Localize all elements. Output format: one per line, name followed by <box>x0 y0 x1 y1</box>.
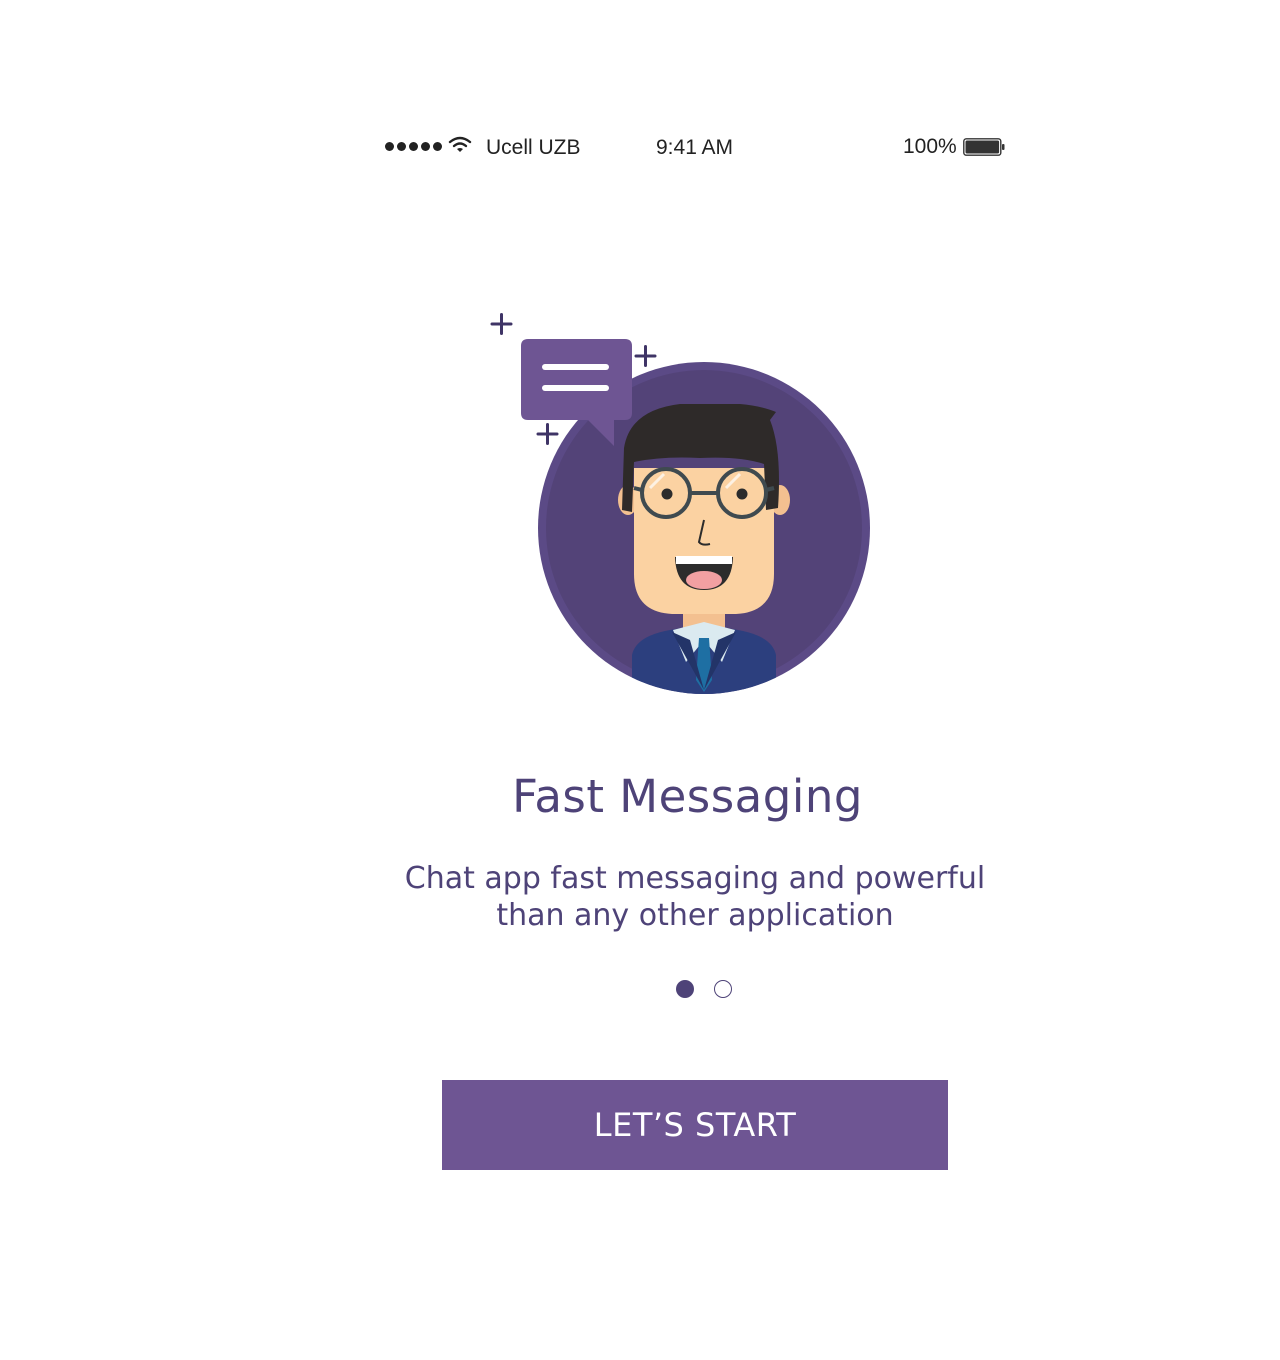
signal-dot <box>433 142 442 151</box>
wifi-icon <box>448 136 472 152</box>
battery-percent: 100% <box>903 135 957 158</box>
status-bar: Ucell UZB 9:41 AM 100% <box>0 132 1280 166</box>
page-title: Fast Messaging <box>512 770 863 823</box>
page-subtitle: Chat app fast messaging and powerful tha… <box>404 861 986 933</box>
messaging-illustration <box>490 313 870 694</box>
page-indicator <box>676 980 732 998</box>
signal-dots-icon <box>385 142 442 154</box>
signal-dot <box>409 142 418 151</box>
page-indicator-dot[interactable] <box>714 980 732 998</box>
page-indicator-dot-active[interactable] <box>676 980 694 998</box>
carrier-name: Ucell UZB <box>486 136 581 159</box>
signal-dot <box>397 142 406 151</box>
battery-icon <box>963 138 1005 156</box>
onboarding-screen: Ucell UZB 9:41 AM 100% Fast Messaging Ch… <box>0 0 1280 1360</box>
signal-dot <box>385 142 394 151</box>
signal-dot <box>421 142 430 151</box>
lets-start-button[interactable]: LET’S START <box>442 1080 948 1170</box>
status-time: 9:41 AM <box>656 136 734 159</box>
